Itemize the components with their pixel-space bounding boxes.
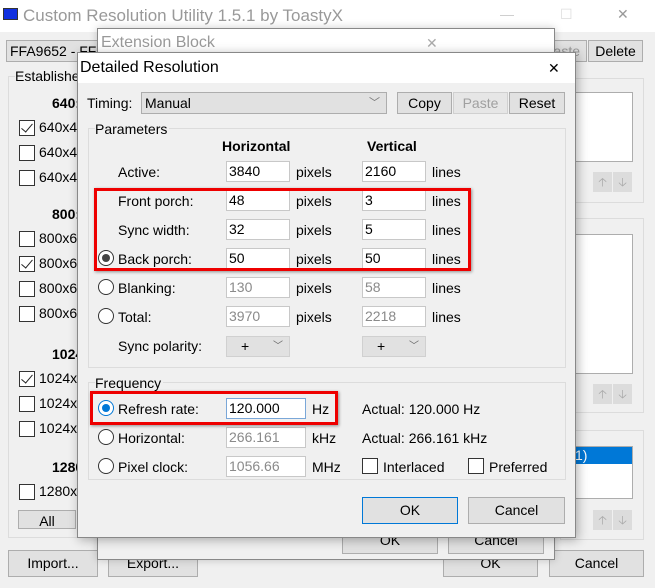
row-radio[interactable] [98, 279, 114, 295]
actual-refresh: Actual: 120.000 Hz [362, 401, 481, 417]
resolution-checkbox[interactable] [19, 306, 35, 322]
reset-button[interactable]: Reset [509, 92, 565, 114]
mhz-unit: MHz [312, 459, 341, 475]
resolution-checkbox[interactable] [19, 256, 35, 272]
lines-unit: lines [432, 164, 461, 180]
preferred-checkbox[interactable] [468, 458, 484, 474]
resolution-label: 800x6 [39, 280, 78, 296]
horizontal-freq-input[interactable]: 266.161 [226, 427, 306, 448]
horizontal-input[interactable]: 130 [226, 277, 290, 298]
porch-highlight-box [94, 188, 471, 271]
h-polarity-select[interactable]: + ﹀ [226, 336, 290, 357]
horizontal-input[interactable]: 3970 [226, 306, 290, 327]
main-close-button[interactable]: ✕ [617, 6, 629, 23]
resolution-label: 800x6 [39, 255, 78, 271]
resolution-label: 1024x [39, 420, 78, 436]
resolution-label: 640x4 [39, 169, 78, 185]
horizontal-header: Horizontal [222, 138, 291, 154]
vertical-input[interactable]: 2160 [362, 161, 426, 182]
horizontal-input[interactable]: 3840 [226, 161, 290, 182]
sync-polarity-label: Sync polarity: [118, 338, 203, 354]
main-title: Custom Resolution Utility 1.5.1 by Toast… [23, 6, 343, 25]
resolution-checkbox[interactable] [19, 421, 35, 437]
import-button[interactable]: Import... [8, 550, 98, 577]
row-label: Blanking: [118, 280, 176, 296]
resolution-checkbox[interactable] [19, 120, 35, 136]
pixel-clock-label: Pixel clock: [118, 459, 189, 475]
dialog-ok-button[interactable]: OK [362, 497, 458, 524]
pixel-clock-input[interactable]: 1056.66 [226, 456, 306, 477]
delete-button[interactable]: Delete [588, 40, 643, 62]
maximize-button[interactable]: ☐ [560, 6, 573, 23]
row-radio[interactable] [98, 308, 114, 324]
chevron-down-icon: ﹀ [369, 97, 380, 109]
resolution-label: 800x6 [39, 305, 78, 321]
down-arrow-icon[interactable]: 🡣 [613, 172, 632, 192]
resolution-label: 640x4 [39, 144, 78, 160]
vertical-header: Vertical [367, 138, 417, 154]
resolution-label: 1024x [39, 370, 78, 386]
timing-value: Manual [145, 95, 191, 111]
horizontal-freq-radio[interactable] [98, 429, 114, 445]
up-arrow-icon[interactable]: 🡡 [593, 384, 612, 404]
extension-title: Extension Block [101, 34, 215, 51]
timing-select[interactable]: Manual ﹀ [141, 92, 387, 114]
lines-unit: lines [432, 280, 461, 296]
resolution-label: 800x6 [39, 230, 78, 246]
actual-horizontal: Actual: 266.161 kHz [362, 430, 488, 446]
resolution-checkbox[interactable] [19, 170, 35, 186]
horizontal-freq-label: Horizontal: [118, 430, 185, 446]
v-polarity-select[interactable]: + ﹀ [362, 336, 426, 357]
resolution-checkbox[interactable] [19, 371, 35, 387]
pixel-clock-radio[interactable] [98, 458, 114, 474]
extension-close-button[interactable]: ✕ [426, 35, 438, 52]
down-arrow-icon[interactable]: 🡣 [613, 510, 632, 530]
preferred-label: Preferred [489, 459, 548, 475]
resolution-checkbox[interactable] [19, 281, 35, 297]
established-label: Establishe [15, 68, 80, 84]
down-arrow-icon[interactable]: 🡣 [613, 384, 632, 404]
lines-unit: lines [432, 309, 461, 325]
chevron-down-icon: ﹀ [409, 341, 419, 352]
pixels-unit: pixels [296, 309, 332, 325]
all-button[interactable]: All [18, 510, 76, 529]
chevron-down-icon: ﹀ [273, 341, 283, 352]
minimize-button[interactable]: — [500, 6, 514, 22]
v-polarity-value: + [377, 338, 386, 354]
resolution-label: 640x4 [39, 119, 78, 135]
up-arrow-icon[interactable]: 🡡 [593, 510, 612, 530]
frequency-label: Frequency [95, 375, 164, 391]
resolution-label: 1024x [39, 395, 78, 411]
interlaced-checkbox[interactable] [362, 458, 378, 474]
paste-button[interactable]: Paste [453, 92, 508, 114]
row-label: Total: [118, 309, 152, 325]
main-cancel-button[interactable]: Cancel [549, 550, 644, 577]
pixels-unit: pixels [296, 164, 332, 180]
group-header: 800: [52, 206, 81, 222]
up-arrow-icon[interactable]: 🡡 [593, 172, 612, 192]
app-icon [3, 8, 18, 20]
dialog-close-button[interactable]: ✕ [548, 60, 560, 77]
row-label: Active: [118, 164, 161, 180]
dialog-title: Detailed Resolution [80, 59, 219, 76]
resolution-checkbox[interactable] [19, 145, 35, 161]
dialog-cancel-button[interactable]: Cancel [468, 497, 565, 524]
h-polarity-value: + [241, 338, 250, 354]
group-header: 640: [52, 95, 81, 111]
timing-label: Timing: [87, 95, 133, 111]
copy-button[interactable]: Copy [397, 92, 452, 114]
vertical-input[interactable]: 58 [362, 277, 426, 298]
resolution-checkbox[interactable] [19, 396, 35, 412]
refresh-highlight-box [90, 391, 338, 425]
pixels-unit: pixels [296, 280, 332, 296]
resolution-checkbox[interactable] [19, 231, 35, 247]
resolution-checkbox[interactable] [19, 484, 35, 500]
vertical-input[interactable]: 2218 [362, 306, 426, 327]
khz-unit: kHz [312, 430, 337, 446]
parameters-label: Parameters [95, 121, 170, 137]
interlaced-label: Interlaced [383, 459, 445, 475]
resolution-label: 1280x [39, 483, 78, 499]
